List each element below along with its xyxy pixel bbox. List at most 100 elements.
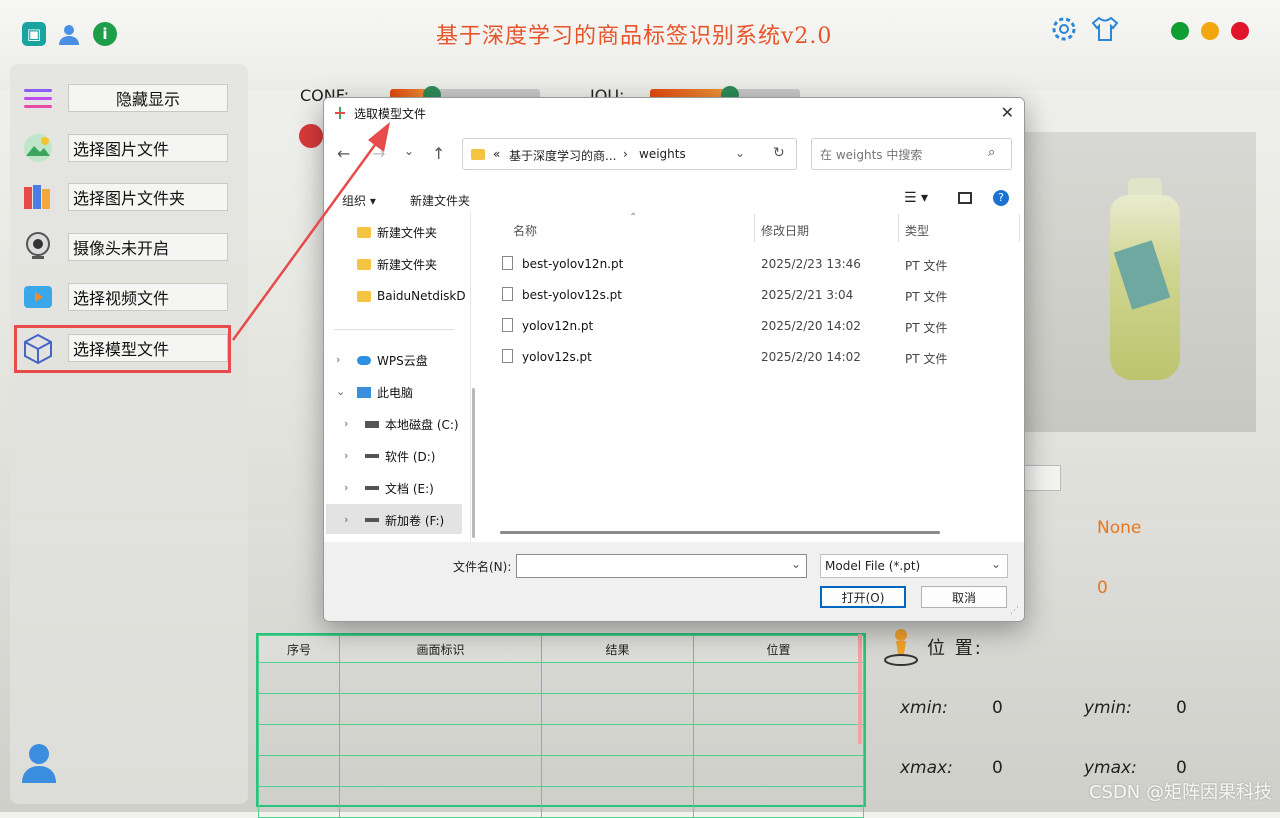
result-select[interactable] [1024,465,1061,491]
expand-chevron-icon[interactable]: › [344,449,348,462]
tree-item-drive-c[interactable]: 本地磁盘 (C:) [365,412,459,436]
filename-dropdown-icon[interactable]: ⌄ [791,557,801,571]
tree-item-folder-1[interactable]: 新建文件夹 [357,220,437,244]
expand-chevron-icon[interactable]: › [344,481,348,494]
file-row[interactable]: yolov12s.pt 2025/2/20 14:02 PT 文件 [499,341,1009,372]
col-index: 序号 [258,635,340,663]
column-divider[interactable] [898,214,899,242]
menu-icon[interactable] [24,88,52,110]
camera-toggle-button[interactable]: 摄像头未开启 [68,233,228,261]
table-row[interactable] [258,662,864,694]
tree-item-wps-cloud[interactable]: WPS云盘 [357,348,428,372]
resize-grip-icon[interactable]: ⋰ [1010,606,1019,616]
recent-chevron-icon[interactable]: ⌄ [404,144,414,158]
breadcrumb-overflow[interactable]: « [493,147,500,161]
xmax-value: 0 [992,758,1003,778]
timer-icon [299,124,323,148]
file-name: yolov12n.pt [522,319,594,333]
search-box[interactable]: ⌕ [811,138,1012,170]
tree-item-drive-d[interactable]: 软件 (D:) [365,444,435,468]
select-video-file-button[interactable]: 选择视频文件 [68,283,228,311]
help-icon[interactable]: ? [993,190,1009,206]
view-options-icon[interactable]: ☰ ▾ [904,190,928,206]
watermark: CSDN @矩阵因果科技 [1088,782,1272,803]
ymin-label: ymin: [1084,698,1132,718]
col-result: 结果 [541,635,694,663]
column-type[interactable]: 类型 [905,222,929,239]
video-icon [22,281,54,313]
back-arrow-icon[interactable]: ← [337,144,350,163]
cancel-button[interactable]: 取消 [921,586,1007,608]
table-scrollbar[interactable] [858,634,862,744]
organize-menu[interactable]: 组织 ▾ [342,192,376,209]
expand-chevron-icon[interactable]: › [344,417,348,430]
open-button[interactable]: 打开(O) [820,586,906,608]
avatar-icon[interactable] [20,742,58,784]
drive-icon [365,454,379,458]
highlight-box [14,325,231,373]
tree-item-drive-f[interactable]: 新加卷 (F:) [365,508,444,532]
tree-item-this-pc[interactable]: 此电脑 [357,380,413,404]
preview-pane-icon[interactable] [958,192,972,204]
toggle-sidebar-button[interactable]: 隐藏显示 [68,84,228,112]
xmin-label: xmin: [900,698,948,718]
file-type: PT 文件 [905,352,948,366]
folder-icon [357,226,371,238]
window-dot-red[interactable] [1231,22,1249,40]
folder-icon [471,149,485,160]
breadcrumb-current[interactable]: weights [639,147,686,161]
address-bar[interactable]: « 基于深度学习的商... › weights ⌄ ↻ [462,138,797,170]
search-input[interactable] [818,145,982,165]
file-row[interactable]: best-yolov12s.pt 2025/2/21 3:04 PT 文件 [499,279,1009,310]
file-type: PT 文件 [905,259,948,273]
table-row[interactable] [258,693,864,725]
drive-icon [365,518,379,522]
info-icon[interactable]: i [93,22,117,46]
window-dot-yellow[interactable] [1201,22,1219,40]
drive-icon [365,420,379,428]
file-row[interactable]: best-yolov12n.pt 2025/2/23 13:46 PT 文件 [499,248,1009,279]
window-dot-green[interactable] [1171,22,1189,40]
theme-shirt-icon[interactable] [1090,15,1120,43]
breadcrumb-parent[interactable]: 基于深度学习的商... [509,147,616,164]
file-icon [502,256,513,270]
collapse-chevron-icon[interactable]: ⌄ [336,385,345,398]
select-image-file-button[interactable]: 选择图片文件 [68,134,228,162]
select-image-folder-button[interactable]: 选择图片文件夹 [68,183,228,211]
save-icon[interactable]: ▣ [22,22,46,46]
column-divider[interactable] [1019,214,1020,242]
file-date: 2025/2/20 14:02 [761,350,861,364]
app-small-icon [333,106,347,120]
up-arrow-icon[interactable]: ↑ [432,144,445,163]
forward-arrow-icon[interactable]: → [372,144,385,163]
file-list-hscrollbar[interactable] [500,531,940,534]
table-header-row: 序号 画面标识 结果 位置 [258,635,864,663]
column-name[interactable]: 名称 [513,222,537,239]
file-icon [502,349,513,363]
file-row[interactable]: yolov12n.pt 2025/2/20 14:02 PT 文件 [499,310,1009,341]
file-name: yolov12s.pt [522,350,592,364]
close-icon[interactable]: ✕ [1001,103,1014,122]
expand-chevron-icon[interactable]: › [344,513,348,526]
gear-icon[interactable] [1050,15,1078,43]
dialog-title: 选取模型文件 [354,107,427,121]
tree-item-drive-e[interactable]: 文档 (E:) [365,476,434,500]
filetype-select[interactable]: Model File (*.pt) ⌄ [820,554,1008,578]
new-folder-button[interactable]: 新建文件夹 [410,192,470,209]
address-dropdown-icon[interactable]: ⌄ [735,146,745,160]
tree-scrollbar[interactable] [472,388,475,538]
webcam-icon [22,230,54,262]
expand-chevron-icon[interactable]: › [336,353,340,366]
user-icon[interactable] [57,22,81,46]
refresh-icon[interactable]: ↻ [773,145,785,161]
column-date[interactable]: 修改日期 [761,222,809,239]
column-divider[interactable] [754,214,755,242]
xmax-label: xmax: [900,758,953,778]
table-row[interactable] [258,755,864,787]
table-row[interactable] [258,724,864,756]
filetype-dropdown-icon: ⌄ [990,557,1001,571]
tree-item-folder-2[interactable]: 新建文件夹 [357,252,437,276]
filename-field[interactable]: ⌄ [516,554,807,578]
tree-item-baidunetdisk[interactable]: BaiduNetdiskD [357,284,466,308]
table-row[interactable] [258,786,864,818]
